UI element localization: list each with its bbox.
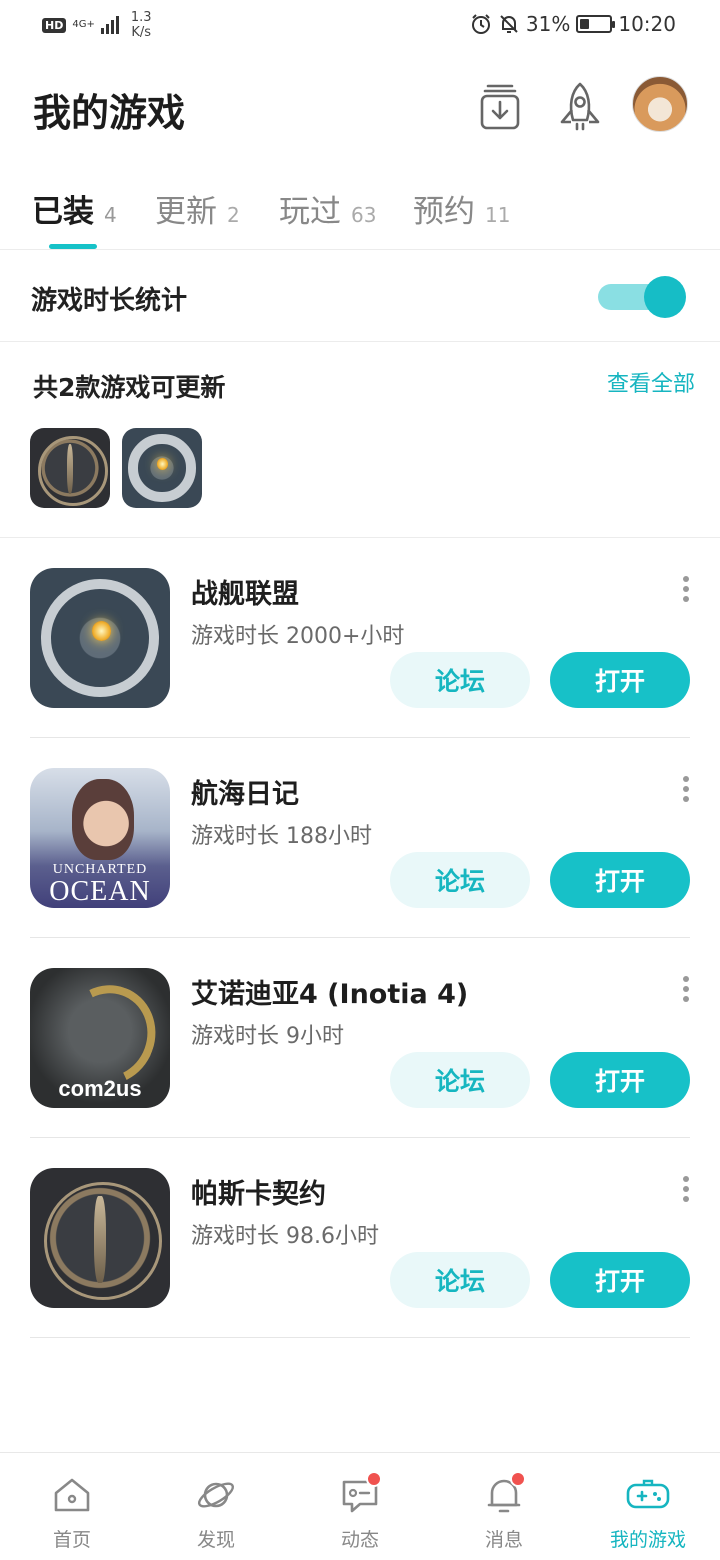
game-playtime: 游戏时长 188小时 (191, 824, 372, 849)
game-icon[interactable]: com2us (30, 968, 170, 1108)
forum-button[interactable]: 论坛 (390, 852, 530, 908)
bottom-nav: 首页 发现 动态 消息 我的游戏 (0, 1452, 720, 1560)
tab-played[interactable]: 玩过 63 (279, 186, 376, 231)
game-icon[interactable]: UNCHARTED OCEAN (30, 768, 170, 908)
network-type: 4G+ (72, 19, 95, 30)
notification-badge (366, 1471, 382, 1487)
more-menu-icon[interactable] (682, 1176, 690, 1202)
game-icon[interactable] (30, 1168, 170, 1308)
open-button[interactable]: 打开 (550, 1252, 690, 1308)
download-icon[interactable] (476, 80, 524, 134)
page-title: 我的游戏 (33, 91, 186, 135)
game-name: 帕斯卡契约 (191, 1179, 326, 1210)
tab-count: 11 (485, 203, 511, 227)
open-button[interactable]: 打开 (550, 852, 690, 908)
tab-installed[interactable]: 已装 4 (32, 186, 117, 231)
nav-item-my-games[interactable]: 我的游戏 (576, 1453, 720, 1560)
status-bar: HD 4G+ 1.3 K/s 31% 10:20 (0, 0, 720, 50)
nav-item-discover[interactable]: 发现 (144, 1453, 288, 1560)
tab-updates[interactable]: 更新 2 (155, 186, 240, 231)
network-speed: 1.3 K/s (131, 10, 152, 40)
nav-label: 动态 (340, 1529, 379, 1551)
planet-icon (197, 1482, 235, 1508)
nav-label: 发现 (196, 1529, 235, 1551)
battery-icon (576, 15, 616, 33)
hd-badge: HD (42, 17, 67, 33)
tab-bar: 已装 4 更新 2 玩过 63 预约 11 (0, 180, 720, 250)
home-icon (54, 1478, 90, 1512)
game-name: 战舰联盟 (191, 579, 299, 610)
game-playtime: 游戏时长 2000+小时 (191, 624, 405, 649)
status-left: HD 4G+ 1.3 K/s (42, 10, 152, 40)
rocket-icon[interactable] (556, 80, 604, 134)
game-playtime: 游戏时长 9小时 (191, 1024, 344, 1049)
gamepad-icon (626, 1479, 670, 1509)
tab-label: 更新 (155, 194, 217, 230)
tab-count: 4 (104, 203, 117, 227)
view-all-link[interactable]: 查看全部 (607, 366, 695, 398)
game-item[interactable]: 战舰联盟 游戏时长 2000+小时 论坛 打开 (30, 538, 690, 738)
toggle-knob (644, 276, 686, 318)
battery-fill (580, 19, 590, 29)
nav-label: 我的游戏 (609, 1529, 686, 1551)
network-speed-value: 1.3 (130, 10, 152, 25)
open-button[interactable]: 打开 (550, 652, 690, 708)
game-name: 航海日记 (191, 779, 299, 810)
battery-percent: 31% (525, 12, 571, 36)
game-name: 艾诺迪亚4 (Inotia 4) (191, 979, 469, 1010)
forum-button[interactable]: 论坛 (390, 1252, 530, 1308)
more-menu-icon[interactable] (682, 576, 690, 602)
nav-item-home[interactable]: 首页 (0, 1453, 144, 1560)
character-face (72, 779, 134, 861)
playtime-stats-label: 游戏时长统计 (31, 286, 188, 316)
mute-bell-icon (500, 15, 518, 33)
nav-item-feed[interactable]: 动态 (288, 1453, 432, 1560)
game-icon[interactable] (30, 568, 170, 708)
icon-text-ocean: OCEAN (49, 876, 151, 907)
update-game-icon-pascal[interactable] (30, 428, 110, 508)
alarm-icon (471, 14, 490, 34)
tab-label: 预约 (413, 194, 475, 230)
game-item[interactable]: com2us 艾诺迪亚4 (Inotia 4) 游戏时长 9小时 论坛 打开 (30, 938, 690, 1138)
game-item[interactable]: UNCHARTED OCEAN 航海日记 游戏时长 188小时 论坛 打开 (30, 738, 690, 938)
updates-section: 共2款游戏可更新 查看全部 (0, 342, 720, 538)
tab-count: 2 (227, 203, 240, 227)
update-game-icon-fleet[interactable] (122, 428, 202, 508)
tab-label: 玩过 (279, 194, 341, 230)
nav-item-messages[interactable]: 消息 (432, 1453, 576, 1560)
updates-title: 共2款游戏可更新 (33, 373, 226, 402)
clock: 10:20 (618, 12, 676, 36)
game-item[interactable]: 帕斯卡契约 游戏时长 98.6小时 论坛 打开 (30, 1138, 690, 1338)
more-menu-icon[interactable] (682, 976, 690, 1002)
tab-reserved[interactable]: 预约 11 (413, 186, 510, 231)
playtime-stats-row: 游戏时长统计 (0, 250, 720, 342)
active-tab-indicator (49, 244, 97, 249)
status-right: 31% 10:20 (470, 12, 676, 36)
icon-text-com2us: com2us (58, 1076, 142, 1101)
forum-button[interactable]: 论坛 (390, 652, 530, 708)
network-speed-unit: K/s (131, 25, 152, 40)
tab-count: 63 (351, 203, 377, 227)
game-playtime: 游戏时长 98.6小时 (191, 1224, 379, 1249)
tab-label: 已装 (32, 194, 94, 230)
open-button[interactable]: 打开 (550, 1052, 690, 1108)
notification-badge (510, 1471, 526, 1487)
avatar[interactable] (632, 76, 688, 132)
nav-label: 消息 (484, 1529, 523, 1551)
playtime-stats-toggle[interactable] (598, 276, 688, 318)
signal-icon (100, 16, 119, 34)
forum-button[interactable]: 论坛 (390, 1052, 530, 1108)
header: 我的游戏 (0, 70, 720, 150)
more-menu-icon[interactable] (682, 776, 690, 802)
nav-label: 首页 (52, 1529, 91, 1551)
